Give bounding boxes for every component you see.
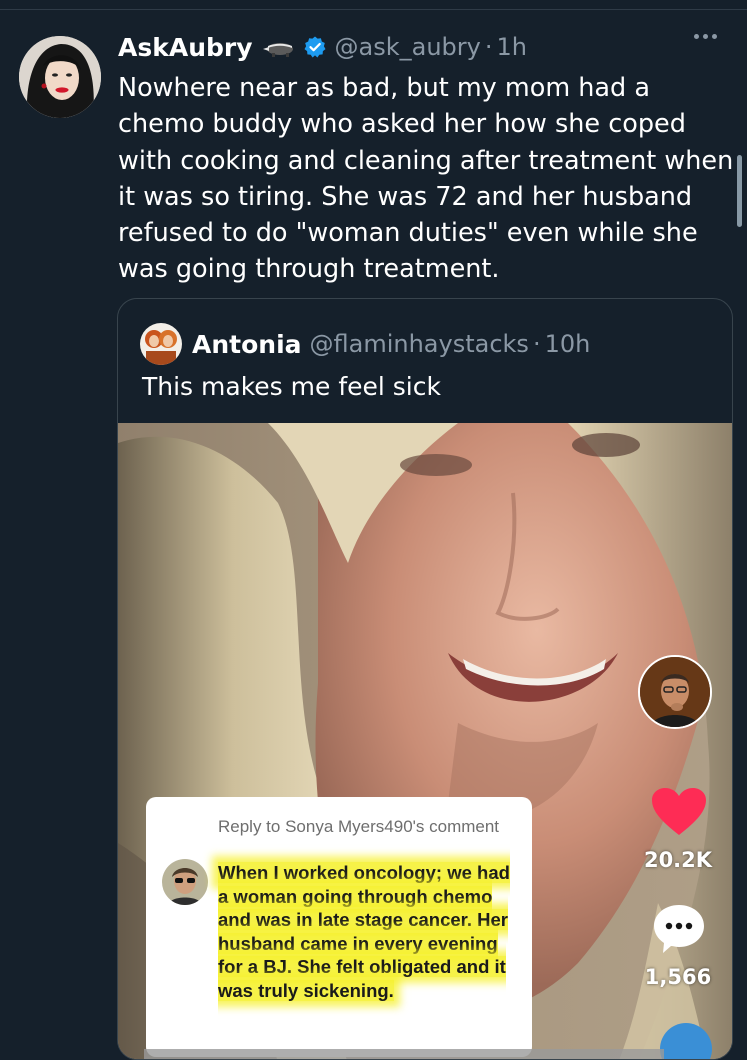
quote-text: This makes me feel sick xyxy=(142,372,441,401)
quote-author-handle[interactable]: @flaminhaystacks xyxy=(310,330,529,358)
comment-bubble-icon[interactable] xyxy=(651,901,707,957)
quote-header: Antonia @flaminhaystacks · 10h xyxy=(140,323,590,365)
quote-author-name[interactable]: Antonia xyxy=(192,330,302,359)
reply-header: Reply to Sonya Myers490's comment xyxy=(218,817,500,836)
verified-badge-icon xyxy=(304,36,326,58)
quote-author-avatar[interactable] xyxy=(140,323,182,365)
heart-icon[interactable] xyxy=(651,787,707,837)
tweet-time[interactable]: 1h xyxy=(497,33,527,61)
author-handle[interactable]: @ask_aubry xyxy=(335,33,481,61)
tweet-header: AskAubry @ask_aubry · 1h xyxy=(118,30,527,64)
comment-count: 1,566 xyxy=(644,965,712,989)
quote-time[interactable]: 10h xyxy=(545,330,591,358)
video-thumbnail[interactable]: 20.2K 1,566 Reply to Sonya Myers490's co… xyxy=(118,423,732,1059)
badger-emoji-icon xyxy=(262,43,293,57)
creator-avatar[interactable] xyxy=(638,655,712,729)
top-divider xyxy=(0,9,747,10)
scrollbar[interactable] xyxy=(737,155,742,227)
video-progress-bar[interactable] xyxy=(144,1049,664,1059)
commenter-avatar xyxy=(162,859,208,905)
reply-comment-card: Reply to Sonya Myers490's comment When I… xyxy=(146,797,532,1057)
like-count: 20.2K xyxy=(643,848,713,872)
author-avatar[interactable] xyxy=(19,36,101,118)
quote-time-separator: · xyxy=(532,330,541,358)
author-name[interactable]: AskAubry xyxy=(118,33,253,62)
tweet-text: Nowhere near as bad, but my mom had a ch… xyxy=(118,73,734,285)
more-options-icon[interactable] xyxy=(694,34,717,39)
reply-text: When I worked oncology; we had a woman g… xyxy=(218,861,518,1002)
time-separator: · xyxy=(484,33,493,61)
quoted-tweet[interactable]: Antonia @flaminhaystacks · 10h This make… xyxy=(117,298,733,1060)
reply-text-highlighted: When I worked oncology; we had a woman g… xyxy=(218,862,510,1001)
